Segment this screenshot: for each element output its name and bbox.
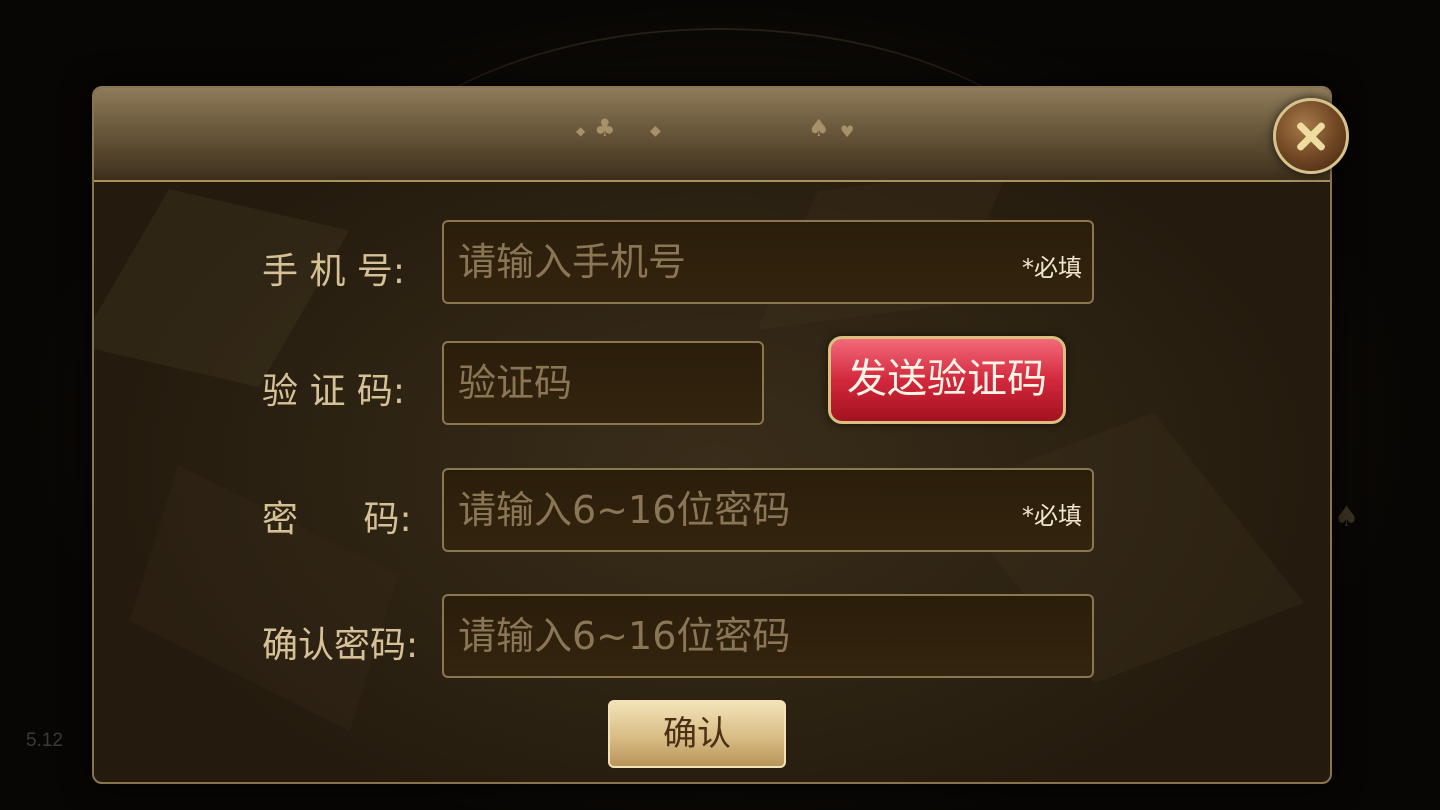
confirm-button[interactable]: 确认 (608, 700, 786, 768)
code-input[interactable] (458, 343, 748, 423)
phone-label: 手 机 号: (262, 251, 406, 292)
code-label: 验 证 码: (262, 371, 406, 412)
password-label: 密 码: (262, 499, 412, 540)
game-screen: 5.12 ♠ ◆ ♣ ◆ ♠ ♥ 手 机 号: *必填 验 证 码: 发送验证码… (0, 0, 1440, 810)
version-label: 5.12 (26, 730, 63, 751)
password-input[interactable] (458, 470, 998, 550)
close-button[interactable] (1273, 98, 1349, 174)
register-dialog: ◆ ♣ ◆ ♠ ♥ (92, 86, 1332, 784)
heart-icon: ♥ (840, 122, 855, 141)
send-code-button[interactable]: 发送验证码 (828, 336, 1066, 424)
diamond-icon: ◆ (576, 124, 586, 138)
password-required-hint: *必填 (1022, 502, 1082, 530)
confirm-password-field (442, 594, 1094, 678)
phone-input[interactable] (458, 222, 998, 302)
background-spade-icon: ♠ (1334, 500, 1360, 533)
confirm-password-input[interactable] (458, 596, 1078, 676)
code-field (442, 341, 764, 425)
suit-decoration: ◆ ♣ ◆ ♠ ♥ (564, 114, 864, 150)
club-icon: ♣ (594, 114, 616, 142)
password-field: *必填 (442, 468, 1094, 552)
phone-field: *必填 (442, 220, 1094, 304)
phone-required-hint: *必填 (1022, 254, 1082, 282)
diamond-icon: ◆ (650, 123, 661, 139)
spade-icon: ♠ (808, 114, 830, 142)
confirm-password-label: 确认密码: (262, 625, 419, 666)
dialog-header: ◆ ♣ ◆ ♠ ♥ (94, 88, 1330, 182)
